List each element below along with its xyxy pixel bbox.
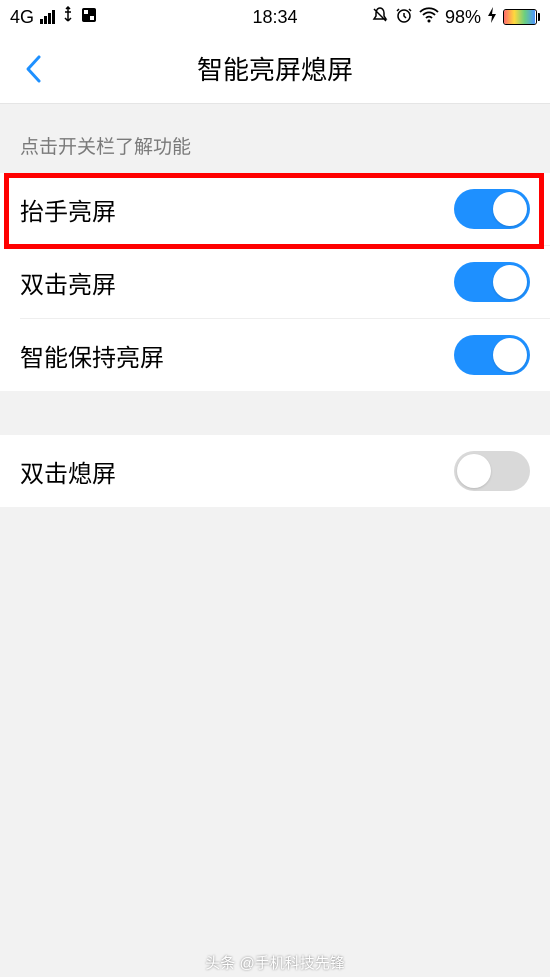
- network-type: 4G: [10, 7, 34, 28]
- status-bar: 4G 18:34 98%: [0, 0, 550, 34]
- usb-icon: [61, 6, 75, 29]
- signal-icon: [40, 10, 55, 24]
- toggle-double-tap-wake[interactable]: [454, 262, 530, 302]
- status-right: 98%: [371, 6, 540, 29]
- group-gap: [0, 391, 550, 435]
- back-button[interactable]: [18, 54, 48, 84]
- status-time: 18:34: [252, 7, 297, 28]
- item-double-tap-sleep[interactable]: 双击熄屏: [0, 435, 550, 507]
- item-label: 智能保持亮屏: [20, 338, 164, 373]
- item-label: 抬手亮屏: [20, 192, 116, 227]
- alarm-icon: [395, 6, 413, 29]
- item-double-tap-wake[interactable]: 双击亮屏: [0, 246, 550, 318]
- toggle-double-tap-sleep[interactable]: [454, 451, 530, 491]
- item-smart-stay[interactable]: 智能保持亮屏: [0, 319, 550, 391]
- app-icon: [81, 7, 97, 28]
- wifi-icon: [419, 7, 439, 28]
- battery-icon: [503, 9, 540, 25]
- item-label: 双击熄屏: [20, 454, 116, 489]
- settings-group-2: 双击熄屏: [0, 435, 550, 507]
- status-left: 4G: [10, 6, 97, 29]
- toggle-smart-stay[interactable]: [454, 335, 530, 375]
- toggle-raise-to-wake[interactable]: [454, 189, 530, 229]
- page-title: 智能亮屏熄屏: [197, 50, 353, 87]
- item-label: 双击亮屏: [20, 265, 116, 300]
- watermark: 头条 @手机科技先锋: [205, 952, 344, 973]
- battery-percent: 98%: [445, 7, 481, 28]
- item-raise-to-wake[interactable]: 抬手亮屏: [0, 173, 550, 245]
- charging-icon: [487, 7, 497, 28]
- settings-group-1: 抬手亮屏 双击亮屏 智能保持亮屏: [0, 173, 550, 391]
- mute-icon: [371, 6, 389, 29]
- section-hint: 点击开关栏了解功能: [0, 104, 550, 173]
- nav-bar: 智能亮屏熄屏: [0, 34, 550, 104]
